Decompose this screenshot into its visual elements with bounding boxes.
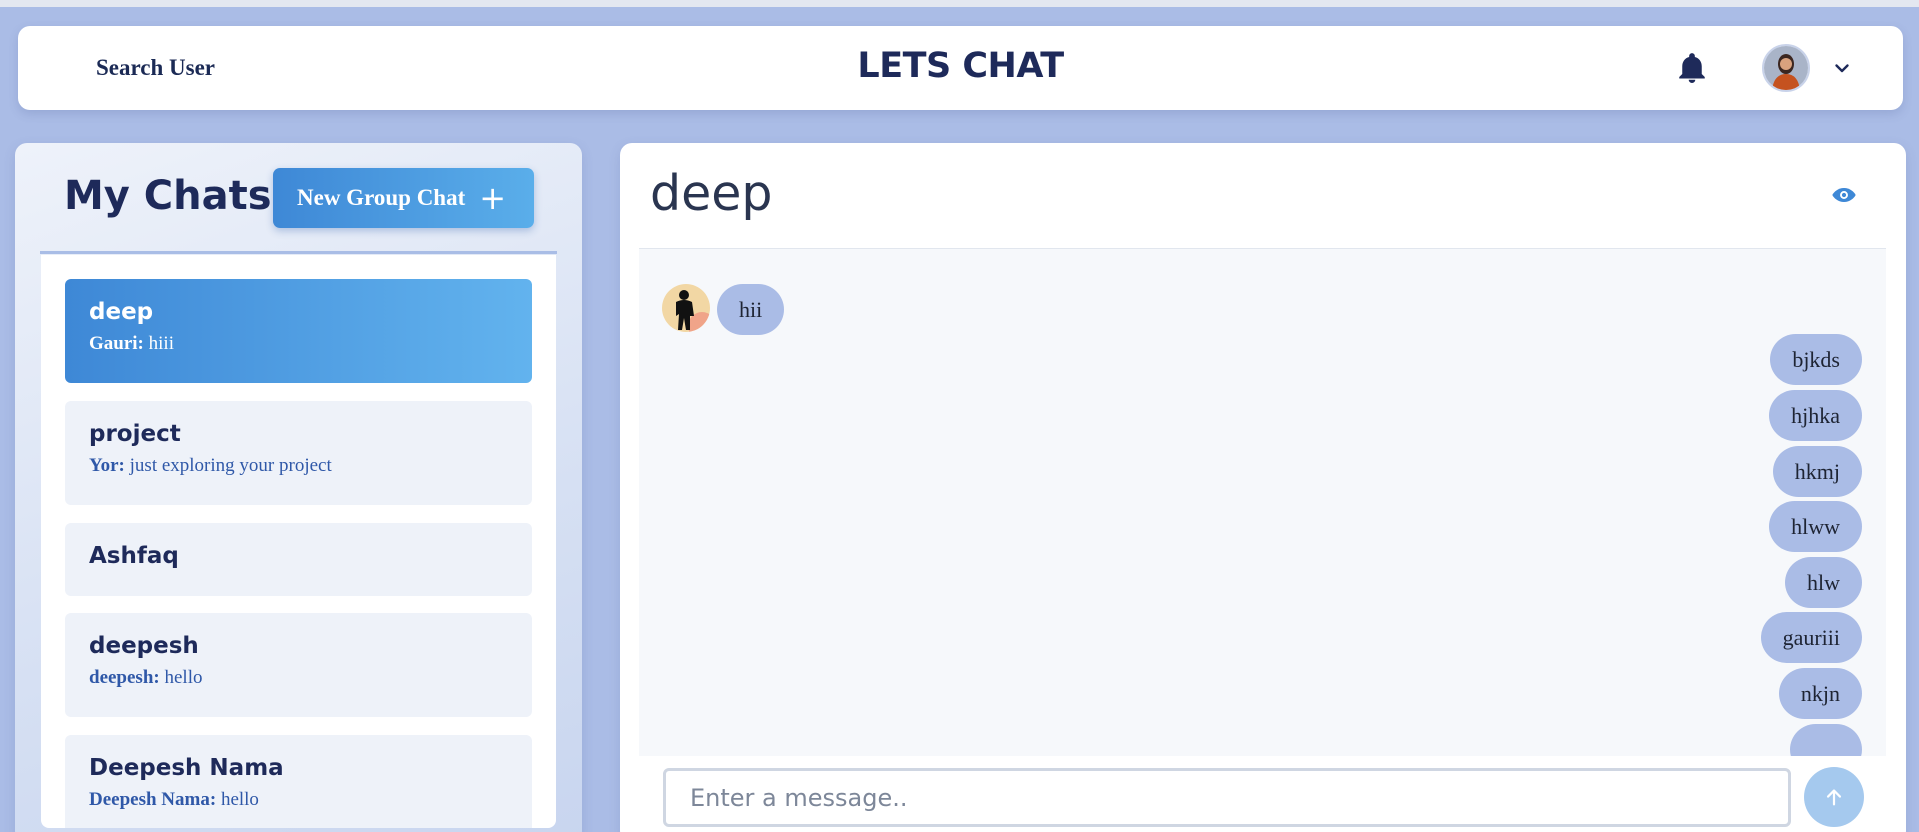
user-avatar[interactable] <box>1762 44 1810 92</box>
chat-item-deep[interactable]: deep Gauri: hiii <box>65 279 532 383</box>
preview-sender: Gauri: <box>89 333 144 354</box>
message-bubble-sent: nkjn <box>1778 668 1862 719</box>
my-chats-heading: My Chats <box>64 173 272 219</box>
preview-message: hiii <box>148 333 174 354</box>
preview-message: just exploring your project <box>129 455 332 476</box>
chat-list: deep Gauri: hiii project Yor: just explo… <box>41 255 556 828</box>
preview-message: hello <box>220 789 259 810</box>
new-group-chat-button[interactable]: New Group Chat + <box>273 168 534 228</box>
profile-menu-toggle[interactable] <box>1830 56 1854 80</box>
window-top-strip <box>0 0 1919 7</box>
preview-sender: deepesh: <box>89 667 160 688</box>
preview-sender: Deepesh Nama: <box>89 789 217 810</box>
sender-avatar <box>662 284 710 332</box>
arrow-up-icon <box>1826 789 1842 806</box>
message-bubble-sent: hlw <box>1785 557 1862 608</box>
message-bubble-sent: hjhka <box>1769 390 1862 441</box>
chat-name: deep <box>89 299 154 325</box>
chat-title: deep <box>650 165 773 222</box>
message-bubble-sent: hkmj <box>1772 446 1862 497</box>
plus-icon: + <box>479 179 507 217</box>
eye-icon <box>1832 188 1856 202</box>
app-title: LETS CHAT <box>857 46 1064 86</box>
chat-name: Ashfaq <box>89 543 179 569</box>
chat-item-project[interactable]: project Yor: just exploring your project <box>65 401 532 505</box>
message-bubble-sent: hlww <box>1769 501 1862 552</box>
chat-item-deepesh-nama[interactable]: Deepesh Nama Deepesh Nama: hello <box>65 735 532 828</box>
chat-preview: deepesh: hello <box>89 667 532 689</box>
preview-sender: Yor: <box>89 455 125 476</box>
chat-preview: Yor: just exploring your project <box>89 455 532 477</box>
view-profile-button[interactable] <box>1830 181 1858 209</box>
top-navbar: Search User LETS CHAT <box>18 26 1903 110</box>
chat-item-deepesh[interactable]: deepesh deepesh: hello <box>65 613 532 717</box>
chat-name: project <box>89 421 181 447</box>
chevron-down-icon <box>1835 64 1849 73</box>
message-bubble-sent: bjkds <box>1770 334 1862 385</box>
chat-preview: Gauri: hiii <box>89 333 532 355</box>
my-chats-panel: My Chats New Group Chat + deep Gauri: hi… <box>15 143 582 832</box>
chat-preview: Deepesh Nama: hello <box>89 789 532 811</box>
chat-panel: deep hii bjkds hjhka hkmj hlww hlw gauri… <box>620 143 1906 832</box>
new-group-chat-label: New Group Chat <box>297 185 466 210</box>
panel-divider <box>40 251 557 254</box>
messages-area[interactable]: hii bjkds hjhka hkmj hlww hlw gauriii nk… <box>639 248 1886 756</box>
bell-icon <box>1679 53 1705 83</box>
message-bubble-sent: gauriii <box>1760 612 1862 663</box>
chat-item-ashfaq[interactable]: Ashfaq <box>65 523 532 596</box>
message-input[interactable] <box>663 768 1791 827</box>
notification-button[interactable] <box>1674 50 1710 86</box>
preview-message: hello <box>164 667 203 688</box>
message-bubble-partial <box>1790 724 1862 756</box>
send-button[interactable] <box>1804 767 1864 827</box>
message-bubble-received: hii <box>717 284 785 335</box>
chat-name: Deepesh Nama <box>89 755 284 781</box>
chat-name: deepesh <box>89 633 199 659</box>
